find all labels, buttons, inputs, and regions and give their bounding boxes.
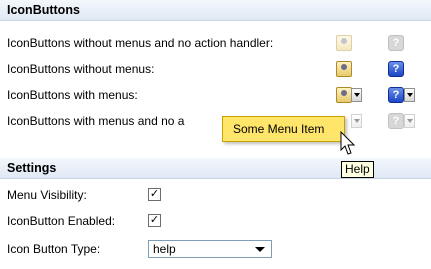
help-icon[interactable]: ? xyxy=(388,87,404,103)
mouse-pointer-icon xyxy=(340,131,356,155)
menu-item-some-menu-item[interactable]: Some Menu Item xyxy=(223,117,344,141)
help-icon[interactable]: ? xyxy=(388,61,404,77)
iconbuttons-section-title: IconButtons xyxy=(7,3,80,17)
help-icon[interactable]: ? xyxy=(388,35,404,51)
user-menu-dropdown-button[interactable] xyxy=(351,114,362,128)
iconbuttons-section-header: IconButtons xyxy=(0,0,431,21)
help-menu-dropdown-button[interactable] xyxy=(404,88,415,102)
user-icon[interactable] xyxy=(336,35,352,51)
user-icon[interactable] xyxy=(336,87,352,103)
settings-section-title: Settings xyxy=(7,161,57,175)
menu-visibility-checkbox[interactable]: ✓ xyxy=(148,188,161,201)
icon-button-enabled-checkbox[interactable]: ✓ xyxy=(148,214,161,227)
icon-button-type-label: Icon Button Type: xyxy=(7,242,101,256)
user-icon[interactable] xyxy=(336,61,352,77)
icon-button-type-select[interactable]: help xyxy=(148,240,272,258)
help-icon[interactable]: ? xyxy=(388,113,404,129)
menu-visibility-label: Menu Visibility: xyxy=(7,188,87,202)
row-label-no-menus: IconButtons without menus: xyxy=(7,62,155,76)
row-label-with-menus: IconButtons with menus: xyxy=(7,88,138,102)
user-menu-dropdown-button[interactable] xyxy=(351,88,362,102)
chevron-down-icon xyxy=(255,247,265,252)
icon-button-menu-popup: Some Menu Item xyxy=(222,116,345,142)
icon-button-type-value: help xyxy=(153,242,176,256)
help-menu-dropdown-button[interactable] xyxy=(404,114,415,128)
icon-button-enabled-label: IconButton Enabled: xyxy=(7,214,116,228)
row-label-no-menus-no-handler: IconButtons without menus and no action … xyxy=(7,36,274,50)
help-tooltip: Help xyxy=(341,161,374,178)
row-label-with-menus-no-handler: IconButtons with menus and no a xyxy=(7,114,185,128)
